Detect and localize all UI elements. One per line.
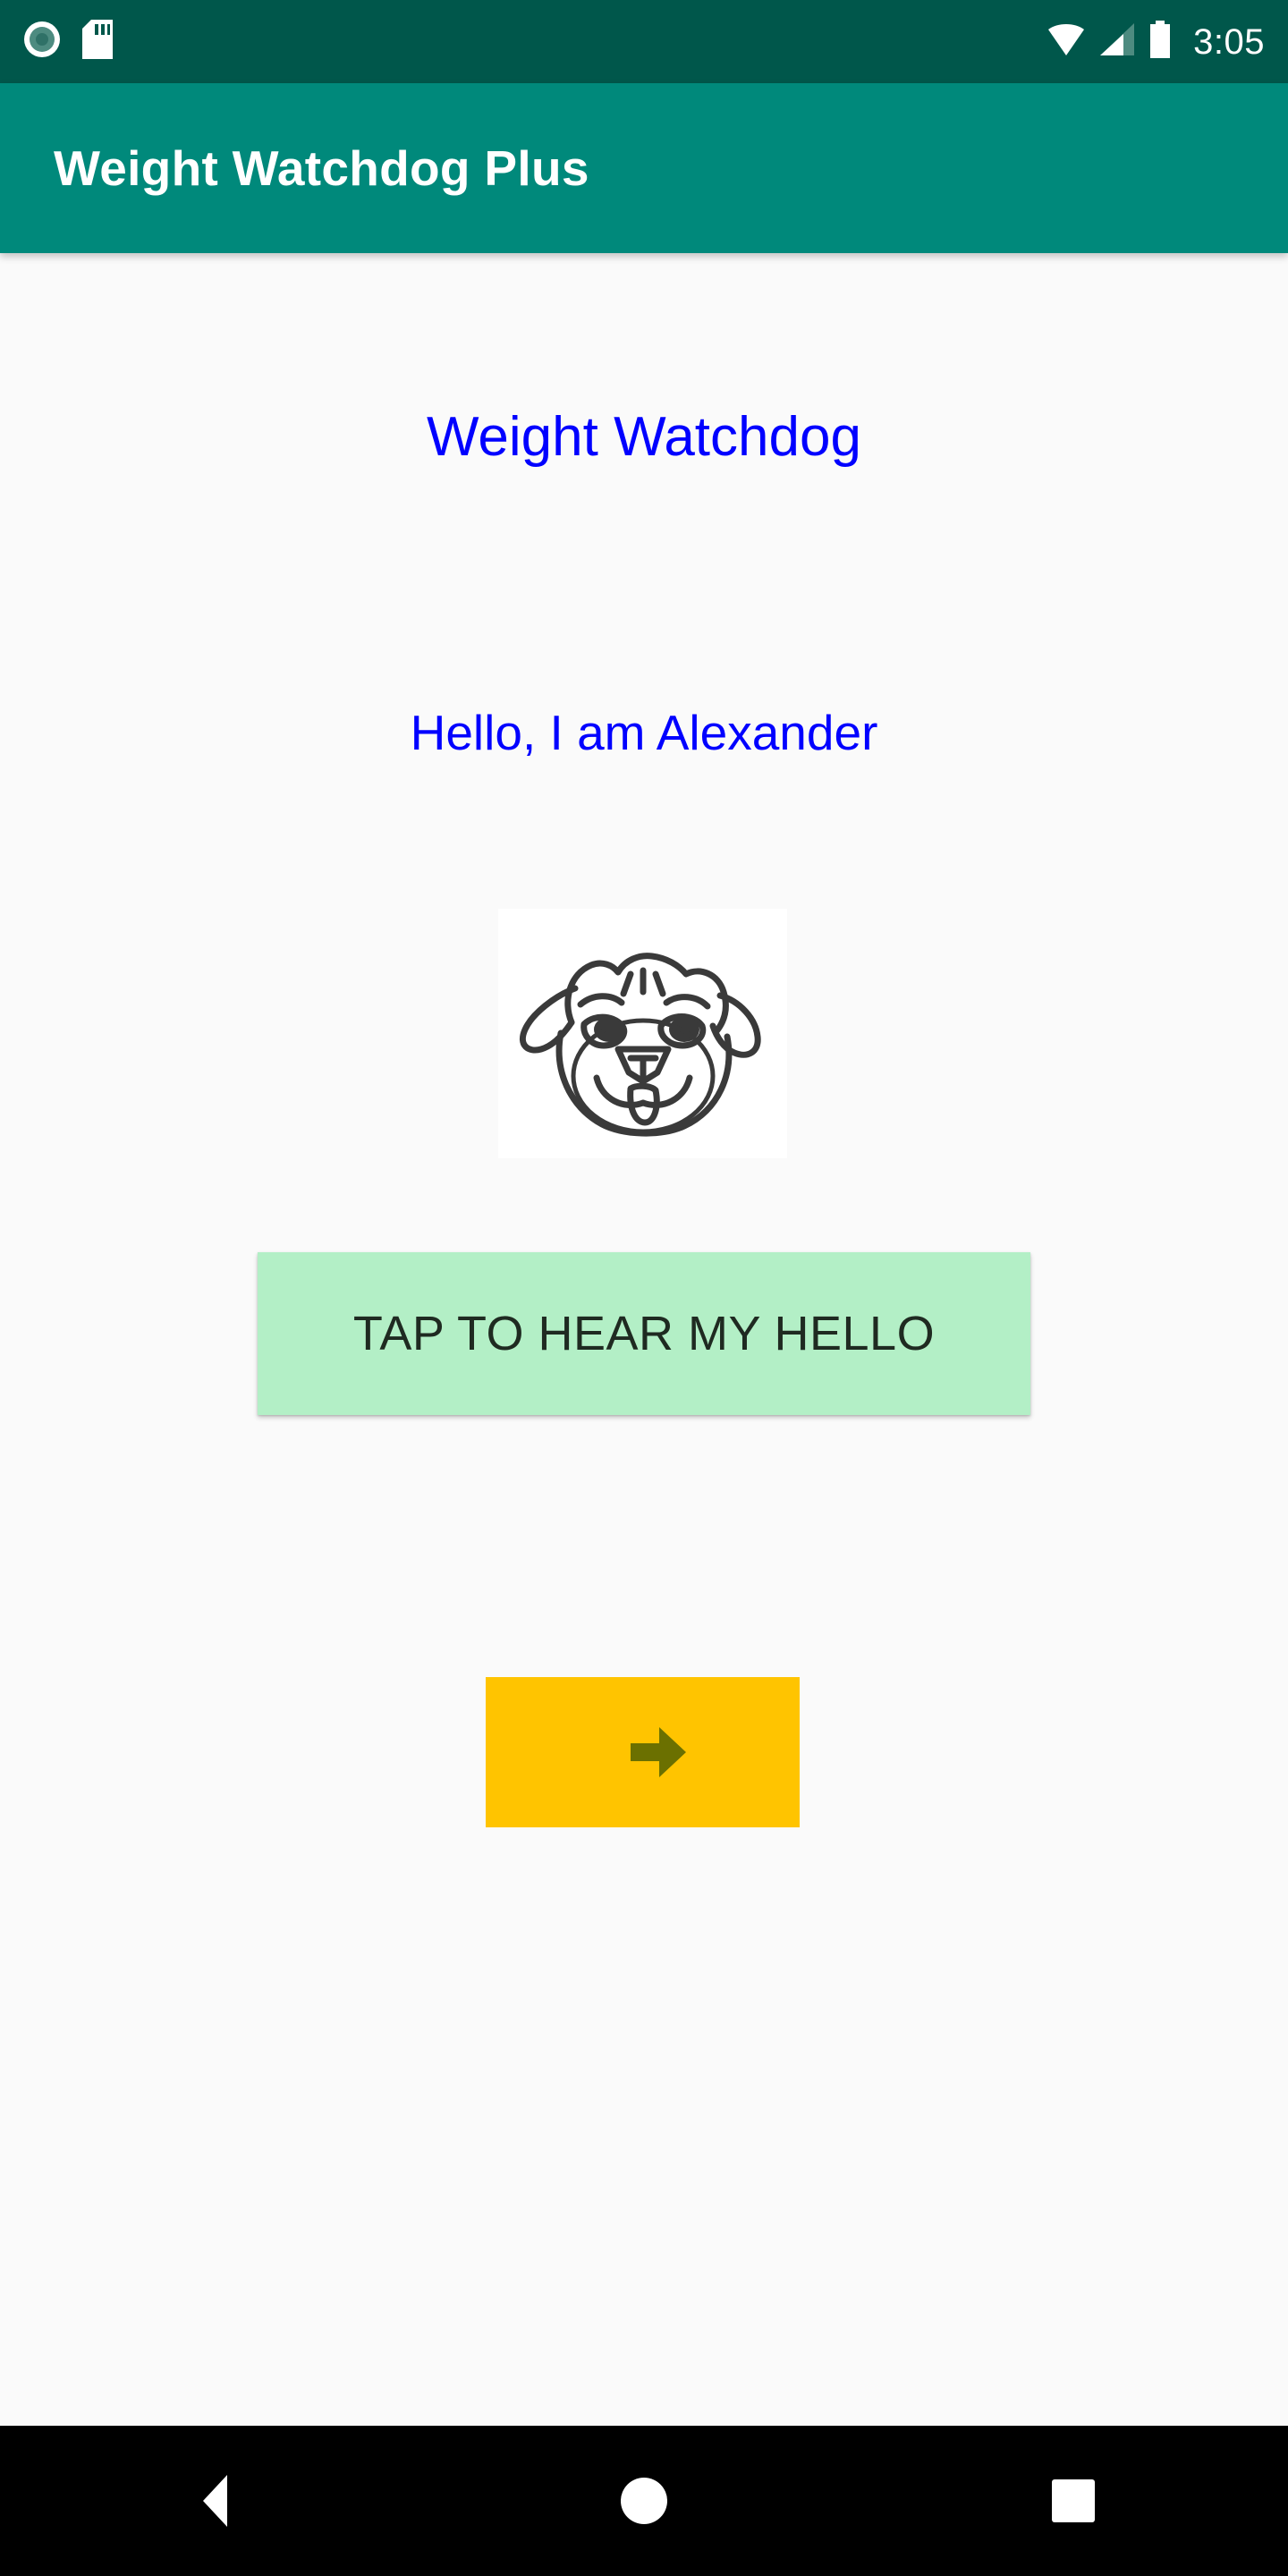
status-bar-left-icons [23,20,113,64]
tap-to-hear-hello-button[interactable]: TAP TO HEAR MY HELLO [258,1252,1030,1415]
app-title: Weight Watchdog Plus [54,140,589,196]
dog-face-icon [509,919,777,1149]
nav-back-button[interactable] [134,2426,295,2576]
greeting-text: Hello, I am Alexander [410,705,878,760]
cellular-signal-icon [1098,21,1136,62]
main-content: Weight Watchdog Hello, I am Alexander TA… [0,253,1288,2426]
battery-icon [1148,21,1172,63]
arrow-right-icon [630,1727,686,1777]
next-button[interactable] [486,1677,800,1827]
status-bar-right-icons: 3:05 [1046,21,1265,63]
phone-screen: 3:05 Weight Watchdog Plus Weight Watchdo… [0,0,1288,2576]
circle-icon [621,2478,667,2524]
status-bar-clock: 3:05 [1193,21,1265,62]
nav-recents-button[interactable] [993,2426,1154,2576]
wifi-icon [1046,21,1086,62]
nav-home-button[interactable] [564,2426,724,2576]
sd-card-icon [82,20,113,64]
square-icon [1052,2479,1095,2522]
status-bar: 3:05 [0,0,1288,83]
app-bar: Weight Watchdog Plus [0,83,1288,253]
page-title: Weight Watchdog [427,406,861,468]
screen-record-icon [23,21,61,63]
android-navigation-bar [0,2426,1288,2576]
triangle-left-icon [202,2475,227,2527]
dog-image-container [498,909,787,1158]
